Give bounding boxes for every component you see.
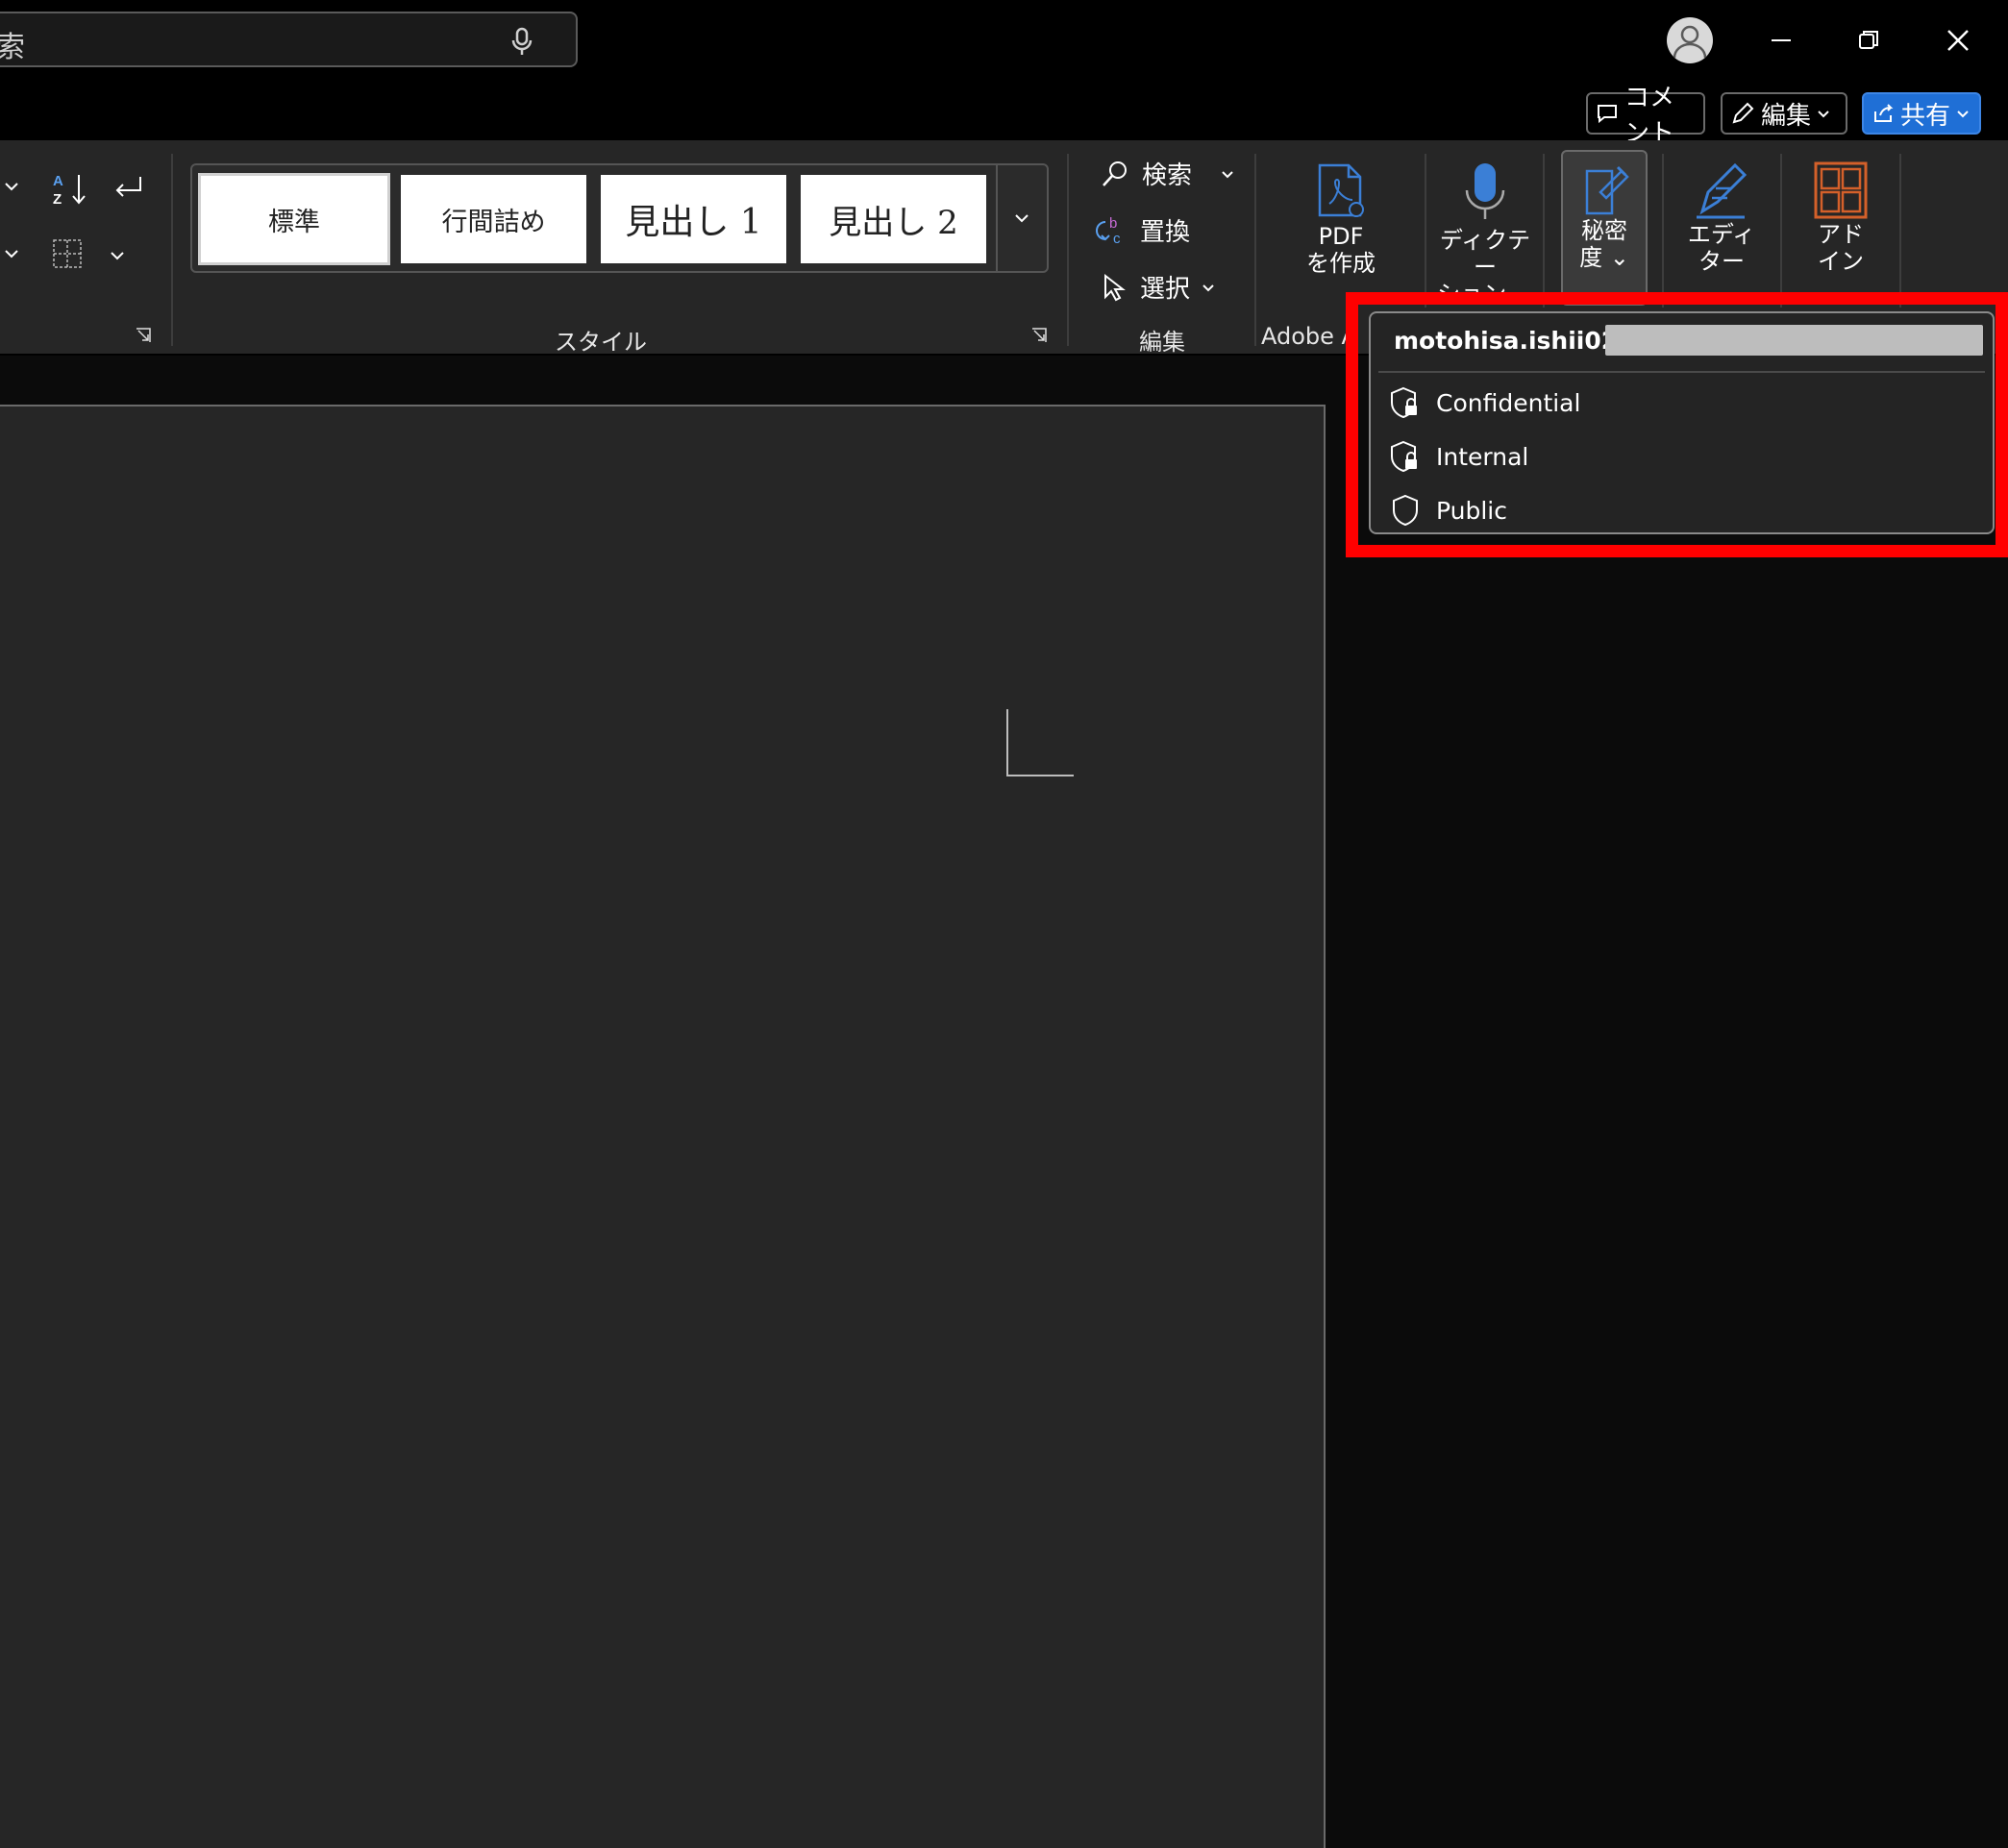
style-heading-2[interactable]: 見出し 2	[801, 175, 986, 263]
sort-icon[interactable]: AZ	[52, 171, 88, 208]
ribbon-separator	[1899, 154, 1901, 308]
search-text: 索	[0, 31, 25, 64]
style-no-spacing[interactable]: 行間詰め	[401, 175, 586, 263]
chevron-down-icon[interactable]	[4, 179, 19, 194]
shield-lock-icon	[1390, 386, 1421, 419]
microphone-icon[interactable]	[511, 27, 533, 56]
comment-icon	[1596, 102, 1619, 125]
add-ins-label-line2: イン	[1818, 248, 1864, 275]
chevron-down-icon[interactable]	[110, 248, 125, 263]
editor-label-line1: エディ	[1687, 221, 1756, 248]
style-heading-1[interactable]: 見出し 1	[601, 175, 786, 263]
user-avatar-icon[interactable]	[1667, 17, 1713, 63]
microphone-icon	[1461, 160, 1509, 227]
pdf-label-line2: を作成	[1306, 250, 1376, 277]
edit-label: 編集	[1761, 101, 1812, 131]
editor-label-line2: ター	[1698, 248, 1745, 275]
replace-button[interactable]: bc 置換	[1096, 212, 1190, 248]
chevron-down-icon	[1817, 107, 1830, 120]
adobe-group-label: Adobe A	[1261, 323, 1357, 350]
sensitivity-label-icon	[1577, 161, 1631, 217]
chevron-down-icon[interactable]	[4, 246, 19, 261]
redacted-domain-bar	[1605, 325, 1983, 356]
restore-icon[interactable]	[1846, 17, 1892, 63]
select-label: 選択	[1140, 275, 1191, 304]
style-normal[interactable]: 標準	[198, 173, 390, 265]
search-icon	[1100, 159, 1130, 189]
shield-icon	[1390, 494, 1421, 527]
comment-label: コメント	[1624, 84, 1675, 148]
sensitivity-label-line2: 度 ⌄	[1579, 244, 1629, 271]
pdf-label-line1: PDF	[1318, 223, 1364, 250]
editor-button[interactable]: エディ ター	[1680, 160, 1763, 275]
menu-item-internal[interactable]: Internal	[1390, 434, 1967, 479]
confidential-label: Confidential	[1436, 388, 1581, 417]
share-label: 共有	[1900, 101, 1951, 131]
svg-text:A: A	[53, 173, 63, 189]
create-pdf-button[interactable]: PDF を作成	[1290, 161, 1392, 277]
chevron-down-icon	[1014, 210, 1029, 226]
ribbon-separator	[1662, 154, 1664, 308]
search-box[interactable]: 索	[0, 12, 578, 67]
replace-icon: bc	[1096, 214, 1128, 247]
ribbon-separator	[1780, 154, 1782, 308]
dictation-button[interactable]: ディクテー ション ⌄	[1436, 160, 1534, 308]
sensitivity-button[interactable]: 秘密 度 ⌄	[1561, 150, 1648, 306]
svg-text:b: b	[1109, 215, 1117, 232]
chevron-down-icon	[1956, 107, 1970, 120]
chevron-down-icon	[1202, 281, 1215, 294]
svg-text:Z: Z	[53, 191, 62, 208]
paragraph-mark-icon[interactable]	[112, 173, 146, 206]
share-button[interactable]: 共有	[1862, 92, 1981, 135]
internal-label: Internal	[1436, 442, 1529, 471]
borders-icon[interactable]	[52, 238, 83, 269]
pencil-icon	[1730, 101, 1755, 126]
cursor-arrow-icon	[1100, 272, 1128, 303]
comment-button[interactable]: コメント	[1586, 84, 1705, 148]
ribbon-separator	[1254, 154, 1256, 346]
svg-text:c: c	[1113, 231, 1121, 247]
menu-item-public[interactable]: Public	[1390, 488, 1967, 532]
shield-lock-icon	[1390, 440, 1421, 473]
share-icon	[1872, 102, 1895, 125]
page-margin-corner-mark	[1006, 709, 1074, 776]
styles-dialog-launcher-icon[interactable]	[1030, 327, 1048, 344]
add-ins-label-line1: アド	[1818, 221, 1864, 248]
chevron-down-icon	[1221, 167, 1234, 181]
select-button[interactable]: 選択	[1100, 269, 1215, 305]
document-page[interactable]	[0, 405, 1326, 1848]
close-icon[interactable]	[1935, 17, 1981, 63]
editing-mode-button[interactable]: 編集	[1721, 92, 1847, 135]
ribbon-separator	[1067, 154, 1069, 346]
replace-label: 置換	[1140, 218, 1191, 247]
ribbon-separator	[1543, 154, 1545, 308]
add-ins-button[interactable]: アド イン	[1799, 160, 1882, 275]
minimize-icon[interactable]	[1758, 17, 1804, 63]
find-button[interactable]: 検索	[1100, 156, 1234, 191]
sensitivity-label-line1: 秘密	[1581, 217, 1627, 244]
menu-item-confidential[interactable]: Confidential	[1390, 381, 1967, 425]
paragraph-dialog-launcher-icon[interactable]	[135, 327, 152, 344]
dictation-label-line1: ディクテー	[1439, 227, 1531, 281]
public-label: Public	[1436, 496, 1507, 525]
add-ins-grid-icon	[1812, 160, 1870, 221]
style-gallery-more-button[interactable]	[996, 165, 1046, 271]
menu-separator	[1378, 371, 1985, 373]
styles-group-label: スタイル	[555, 329, 647, 356]
editor-pen-icon	[1693, 160, 1750, 221]
sensitivity-dropdown-menu: motohisa.ishii02@ Confidential Internal …	[1369, 311, 1995, 534]
find-label: 検索	[1142, 161, 1193, 190]
ribbon-separator	[1425, 154, 1426, 308]
ribbon-separator	[171, 154, 173, 346]
adobe-pdf-icon	[1314, 161, 1368, 223]
editing-group-label: 編集	[1139, 329, 1185, 356]
